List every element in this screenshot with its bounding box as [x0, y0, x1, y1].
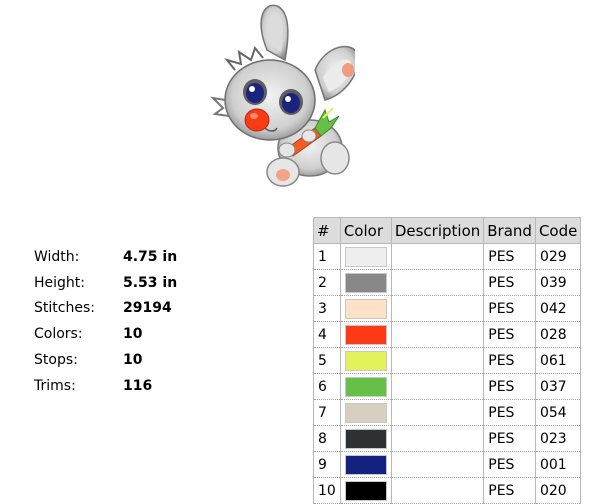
row-brand: PES: [483, 243, 536, 270]
spec-value: 10: [123, 352, 143, 369]
color-cell: [339, 373, 392, 400]
thread-rows: 1 PES 029 2 PES 039 3 PES 042 4 PES 028 5 PES 061 6 PES 0…: [313, 243, 582, 504]
spec-stops: Stops: 10: [34, 347, 194, 373]
row-description: [390, 425, 485, 452]
design-preview-image: [205, 0, 360, 195]
table-row[interactable]: 8 PES 023: [313, 425, 582, 452]
spec-label: Colors:: [34, 326, 83, 343]
table-row[interactable]: 5 PES 061: [313, 347, 582, 374]
color-cell: [339, 425, 392, 452]
bunny-with-carrot-icon: [210, 4, 360, 187]
column-header-brand[interactable]: Brand: [483, 217, 536, 244]
row-code: 054: [534, 399, 582, 426]
table-row[interactable]: 2 PES 039: [313, 269, 582, 296]
row-code: 061: [534, 347, 582, 374]
color-swatch: [344, 246, 387, 267]
row-description: [390, 347, 485, 374]
row-brand: PES: [483, 425, 536, 452]
thread-color-table: # Color Description Brand Code 1 PES 029 2 P…: [313, 217, 582, 504]
row-code: 039: [534, 269, 582, 296]
row-description: [390, 399, 485, 426]
row-number: 8: [313, 425, 341, 452]
row-brand: PES: [483, 373, 536, 400]
row-brand: PES: [483, 269, 536, 296]
row-description: [390, 321, 485, 348]
color-cell: [339, 321, 392, 348]
color-cell: [339, 347, 392, 374]
color-cell: [339, 399, 392, 426]
spec-value: 10: [123, 326, 143, 343]
color-swatch: [344, 402, 387, 423]
spec-height: Height: 5.53 in: [34, 270, 194, 296]
row-code: 037: [534, 373, 582, 400]
color-cell: [339, 243, 392, 270]
color-swatch: [344, 428, 387, 449]
row-number: 5: [313, 347, 341, 374]
spec-value: 5.53 in: [123, 274, 178, 291]
row-code: 042: [534, 295, 582, 322]
row-code: 001: [534, 451, 582, 478]
row-brand: PES: [483, 399, 536, 426]
row-code: 029: [534, 243, 582, 270]
spec-value: 116: [123, 377, 153, 394]
design-specs: Width: 4.75 in Height: 5.53 in Stitches:…: [34, 244, 194, 399]
spec-label: Trims:: [34, 377, 76, 394]
row-number: 7: [313, 399, 341, 426]
table-row[interactable]: 9 PES 001: [313, 451, 582, 478]
row-description: [390, 373, 485, 400]
color-swatch: [344, 350, 387, 371]
spec-value: 4.75 in: [123, 248, 178, 265]
table-row[interactable]: 4 PES 028: [313, 321, 582, 348]
table-row[interactable]: 1 PES 029: [313, 243, 582, 270]
row-code: 023: [534, 425, 582, 452]
spec-label: Height:: [34, 274, 85, 291]
color-swatch: [344, 272, 387, 293]
color-swatch: [344, 454, 387, 475]
table-row[interactable]: 3 PES 042: [313, 295, 582, 322]
color-swatch: [344, 376, 387, 397]
row-brand: PES: [483, 321, 536, 348]
row-number: 1: [313, 243, 341, 270]
row-number: 2: [313, 269, 341, 296]
color-cell: [339, 451, 392, 478]
spec-label: Stitches:: [34, 300, 95, 317]
spec-label: Stops:: [34, 352, 78, 369]
color-swatch: [344, 324, 387, 345]
row-number: 6: [313, 373, 341, 400]
spec-colors: Colors: 10: [34, 321, 194, 347]
table-header-row: # Color Description Brand Code: [313, 217, 582, 244]
color-cell: [339, 295, 392, 322]
row-description: [390, 269, 485, 296]
spec-stitches: Stitches: 29194: [34, 296, 194, 322]
row-brand: PES: [483, 347, 536, 374]
column-header-code[interactable]: Code: [534, 217, 582, 244]
column-header-description[interactable]: Description: [390, 217, 485, 244]
spec-width: Width: 4.75 in: [34, 244, 194, 270]
row-number: 3: [313, 295, 341, 322]
row-number: 4: [313, 321, 341, 348]
row-number: 9: [313, 451, 341, 478]
row-code: 028: [534, 321, 582, 348]
row-brand: PES: [483, 451, 536, 478]
color-cell: [339, 269, 392, 296]
color-swatch: [344, 480, 387, 501]
row-brand: PES: [483, 295, 536, 322]
spec-label: Width:: [34, 248, 80, 265]
column-header-color[interactable]: Color: [339, 217, 392, 244]
table-row[interactable]: 7 PES 054: [313, 399, 582, 426]
spec-trims: Trims: 116: [34, 373, 194, 399]
row-description: [390, 295, 485, 322]
spec-value: 29194: [123, 300, 172, 317]
column-header-number[interactable]: #: [313, 217, 341, 244]
row-description: [390, 243, 485, 270]
row-description: [390, 451, 485, 478]
table-row[interactable]: 6 PES 037: [313, 373, 582, 400]
color-swatch: [344, 298, 387, 319]
